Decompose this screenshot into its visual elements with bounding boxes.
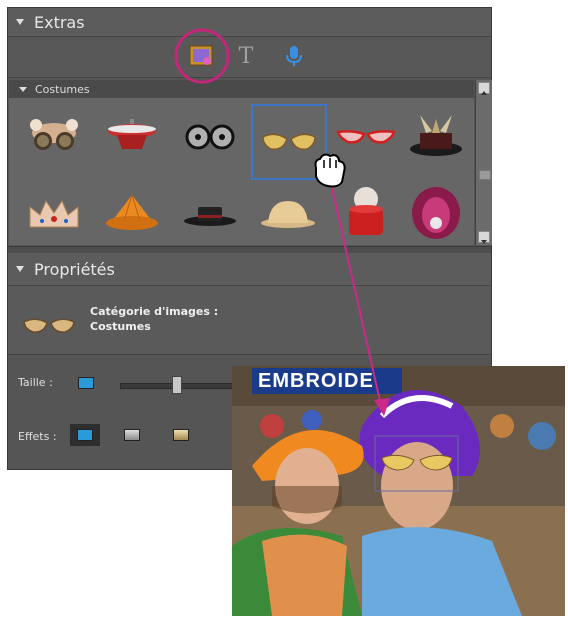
grab-hand-cursor-icon	[314, 153, 346, 188]
category-label: Catégorie d'images :	[90, 305, 219, 318]
highlight-circle	[174, 28, 230, 84]
text-tool-button[interactable]: T	[233, 43, 259, 69]
crown-icon	[29, 199, 79, 228]
category-row: Catégorie d'images : Costumes	[8, 286, 491, 355]
costume-crown[interactable]	[19, 178, 89, 248]
text-icon: T	[238, 43, 254, 69]
effect-tan-swatch[interactable]	[173, 429, 189, 441]
collapse-triangle-icon[interactable]	[16, 19, 24, 25]
goggles-bear-icon	[30, 119, 78, 150]
properties-header[interactable]: Propriétés	[8, 253, 491, 286]
extras-title: Extras	[34, 12, 85, 32]
category-label-group: Catégorie d'images : Costumes	[90, 304, 218, 334]
red-helmet-icon	[108, 119, 156, 149]
arrow-up-icon	[481, 91, 487, 95]
scrollbar-thumb[interactable]	[479, 170, 491, 180]
category-value: Costumes	[90, 320, 151, 333]
costumes-title: Costumes	[35, 82, 90, 96]
scroll-down-button[interactable]	[478, 231, 490, 244]
size-slider-knob[interactable]	[172, 376, 182, 394]
collapse-triangle-icon[interactable]	[19, 86, 27, 92]
extras-toolbar: T	[8, 37, 491, 78]
effect-button-blue-wrap[interactable]	[70, 424, 100, 446]
effect-blue-swatch[interactable]	[77, 429, 93, 441]
costume-goggles-bear[interactable]	[19, 102, 89, 172]
horned-hat-icon	[410, 115, 462, 156]
drag-arrow	[331, 187, 390, 416]
properties-title: Propriétés	[34, 259, 115, 279]
collapse-triangle-icon[interactable]	[16, 266, 24, 272]
extras-header[interactable]: Extras	[8, 8, 491, 37]
cateye-glasses-icon	[336, 130, 396, 144]
costume-horned-hat[interactable]	[401, 102, 471, 172]
sunglasses-preview-icon	[23, 318, 75, 333]
costume-orange-hat[interactable]	[97, 178, 167, 248]
effect-gray-swatch[interactable]	[124, 429, 140, 441]
costumes-header[interactable]: Costumes	[9, 80, 474, 98]
feather-headdress-icon	[412, 187, 460, 239]
costumes-scrollbar[interactable]	[475, 80, 492, 245]
audio-tool-button[interactable]	[281, 43, 307, 69]
scroll-up-button[interactable]	[478, 82, 490, 95]
microphone-icon	[286, 46, 302, 66]
effects-label: Effets :	[18, 430, 57, 443]
costume-red-helmet[interactable]	[97, 102, 167, 172]
costume-round-glasses[interactable]	[175, 102, 245, 172]
round-glasses-icon	[185, 124, 235, 150]
costume-feather-headdress[interactable]	[401, 178, 471, 248]
black-hat-icon	[184, 207, 236, 226]
size-label: Taille :	[18, 376, 53, 389]
orange-hat-icon	[106, 194, 158, 230]
costume-black-hat[interactable]	[175, 178, 245, 248]
small-size-icon[interactable]	[78, 377, 94, 389]
